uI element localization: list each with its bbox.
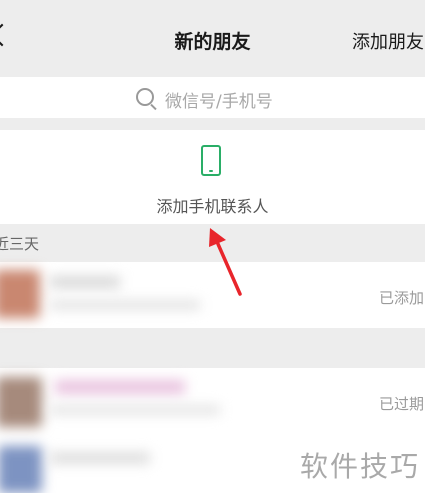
annotation-arrow-icon xyxy=(209,228,242,296)
